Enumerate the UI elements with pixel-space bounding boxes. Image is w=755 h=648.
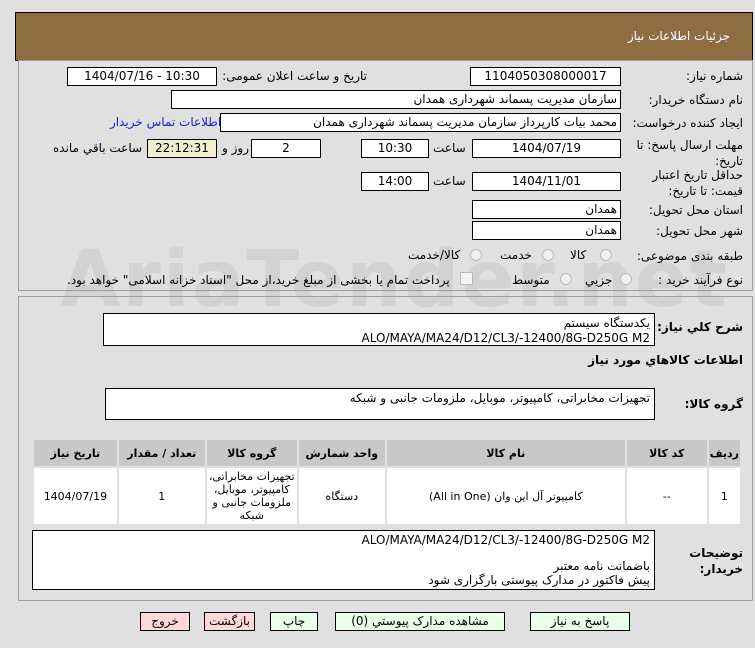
category-option-goods-service: کالا/خدمت <box>408 248 461 262</box>
description-textarea[interactable]: یکدستگاه سیستم ALO/MAYA/MA24/D12/CL3/-124… <box>103 313 655 346</box>
treasury-payment-checkbox[interactable] <box>460 272 473 285</box>
notes-line-2: باضمانت نامه معتبر <box>553 559 650 573</box>
cell-unit: دستگاه <box>296 466 387 526</box>
deadline-time-field: 10:30 <box>361 139 429 158</box>
validity-label: حداقل تاریخ اعتبار قیمت: تا تاریخ: <box>652 168 743 198</box>
notes-line-1: ALO/MAYA/MA24/D12/CL3/-12400/8G-D250G M2 <box>361 533 650 547</box>
cell-code: -- <box>624 466 709 526</box>
deadline-time-label: ساعت <box>433 141 466 155</box>
treasury-payment-note: پرداخت تمام یا بخشی از مبلغ خرید،از محل … <box>67 273 450 287</box>
back-button[interactable]: بازگشت <box>204 612 255 631</box>
reply-button[interactable]: پاسخ به نیاز <box>530 612 630 631</box>
col-date: تاریخ نیاز <box>32 438 119 468</box>
col-group: گروه کالا <box>204 438 299 468</box>
print-button[interactable]: چاپ <box>270 612 318 631</box>
need-number-label: شماره نیاز: <box>686 69 743 83</box>
creator-field: محمد بیات کارپرداز سازمان مدیریت پسماند … <box>220 113 621 132</box>
buyer-label: نام دستگاه خریدار: <box>648 93 744 107</box>
category-radio-goods[interactable] <box>600 249 612 261</box>
buyer-notes-label: توضیحات خریدار: <box>689 546 743 576</box>
remaining-time-field: 22:12:31 <box>147 139 217 158</box>
province-field: همدان <box>472 200 621 219</box>
table-header-row: ردیف کد کالا نام کالا واحد شمارش گروه کا… <box>32 438 743 468</box>
province-label: استان محل تحویل: <box>648 203 743 217</box>
goods-heading: اطلاعات کالاهاي مورد نیاز <box>588 353 743 367</box>
cell-group: تجهیزات مخابراتی، کامپیوتر، موبایل، ملزو… <box>204 466 299 526</box>
deadline-date-field: 1404/07/19 <box>472 139 621 158</box>
buyer-contact-link[interactable]: اطلاعات تماس خریدار <box>110 115 221 129</box>
col-unit: واحد شمارش <box>296 438 387 468</box>
goods-table: ردیف کد کالا نام کالا واحد شمارش گروه کا… <box>32 438 743 526</box>
col-row: ردیف <box>706 438 743 468</box>
validity-time-label: ساعت <box>433 174 466 188</box>
category-radio-service[interactable] <box>542 249 554 261</box>
process-option-medium: متوسط <box>512 273 550 287</box>
process-option-small: جزیي <box>585 273 613 287</box>
cell-quantity: 1 <box>116 466 207 526</box>
creator-label: ایجاد کننده درخواست: <box>632 116 743 130</box>
goods-group-textarea[interactable]: تجهیزات مخابراتی، کامپیوتر، موبایل، ملزو… <box>105 388 655 420</box>
category-option-goods: کالا <box>570 248 587 262</box>
col-quantity: تعداد / مقدار <box>116 438 207 468</box>
days-field: 2 <box>251 139 321 158</box>
remaining-label: ساعت باقي مانده <box>53 141 143 155</box>
page-title: جزئیات اطلاعات نیاز <box>627 29 730 43</box>
category-radio-goods-service[interactable] <box>470 249 482 261</box>
view-attachments-button[interactable]: مشاهده مدارک پیوستي (0) <box>335 612 505 631</box>
goods-table-wrap: ردیف کد کالا نام کالا واحد شمارش گروه کا… <box>32 438 743 526</box>
process-radio-small[interactable] <box>620 273 632 285</box>
notes-line-3: پیش فاکتور در مدارک پیوستی بارگزاری شود <box>428 573 650 587</box>
exit-button[interactable]: خروج <box>140 612 190 631</box>
validity-date-field: 1404/11/01 <box>472 172 621 191</box>
buyer-notes-textarea[interactable]: ALO/MAYA/MA24/D12/CL3/-12400/8G-D250G M2… <box>32 530 655 590</box>
cell-date: 1404/07/19 <box>32 466 119 526</box>
announce-field: 1404/07/16 - 10:30 <box>67 67 217 86</box>
process-label: نوع فرآیند خرید : <box>658 273 743 287</box>
table-row: 1 -- کامپیوتر آل این وان (All in One) دس… <box>32 466 743 526</box>
cell-row: 1 <box>706 466 743 526</box>
need-number-field: 1104050308000017 <box>470 67 621 86</box>
cell-name: کامپیوتر آل این وان (All in One) <box>384 466 627 526</box>
description-line-2: ALO/MAYA/MA24/D12/CL3/-12400/8G-D250G M2 <box>361 331 650 345</box>
description-line-1: یکدستگاه سیستم <box>563 316 650 330</box>
process-radio-medium[interactable] <box>560 273 572 285</box>
description-label: شرح کلي نیاز: <box>657 320 743 334</box>
buyer-field: سازمان مدیریت پسماند شهرداری همدان <box>171 90 621 109</box>
category-label: طبقه بندی موضوعی: <box>636 249 743 263</box>
days-label: روز و <box>222 141 249 155</box>
col-code: کد کالا <box>624 438 709 468</box>
deadline-label: مهلت ارسال پاسخ: تا تاریخ: <box>636 138 743 168</box>
city-label: شهر محل تحویل: <box>656 224 743 238</box>
city-field: همدان <box>472 221 621 240</box>
announce-label: تاریخ و ساعت اعلان عمومی: <box>222 69 367 83</box>
validity-time-field: 14:00 <box>361 172 429 191</box>
page-header: جزئیات اطلاعات نیاز <box>15 12 753 61</box>
category-option-service: خدمت <box>500 248 532 262</box>
goods-group-label: گروه کالا: <box>684 397 743 411</box>
col-name: نام کالا <box>384 438 627 468</box>
